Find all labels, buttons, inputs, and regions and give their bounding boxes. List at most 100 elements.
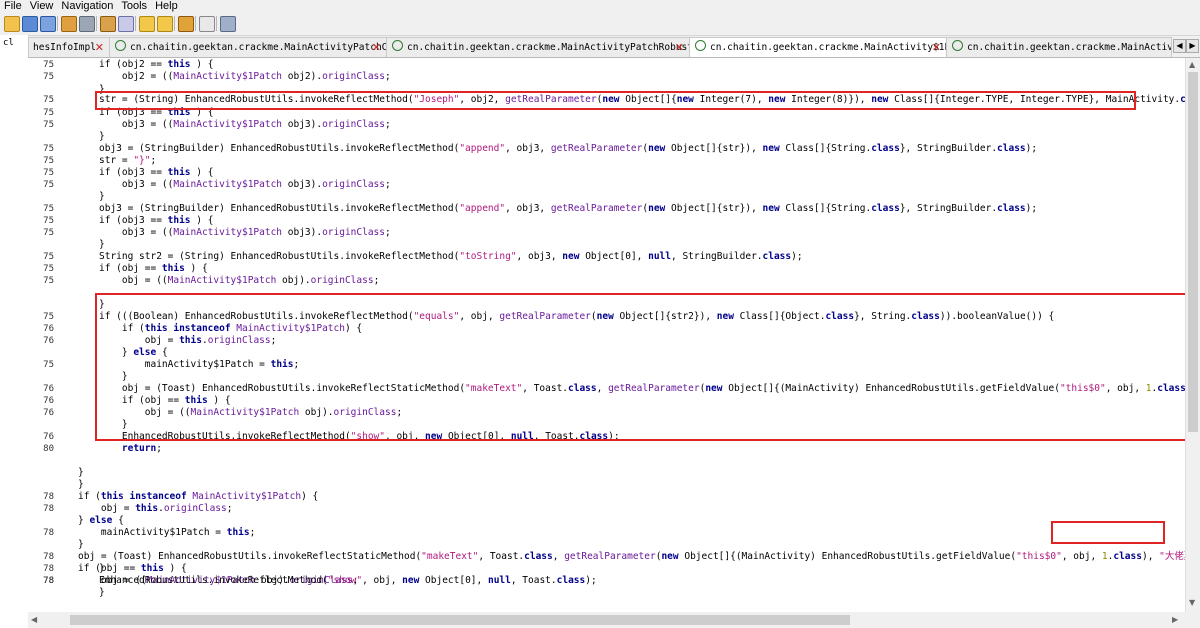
code-line[interactable]: if (obj3 == this ) { (99, 167, 213, 179)
settings-icon[interactable] (220, 16, 236, 32)
tab-scroll-right-icon[interactable]: ▶ (1186, 39, 1199, 53)
line-number (28, 131, 54, 143)
decompile-icon[interactable] (178, 16, 194, 32)
line-number: 75 (43, 120, 54, 130)
code-line[interactable]: obj3 = ((MainActivity$1Patch obj3).origi… (99, 119, 391, 131)
code-line[interactable]: obj3 = (StringBuilder) EnhancedRobustUti… (99, 143, 1037, 155)
code-line[interactable]: } (99, 131, 105, 143)
tree-root-item[interactable]: cl (3, 38, 14, 48)
code-line[interactable]: if (obj == this ) { (78, 563, 187, 575)
code-token: obj3 = (StringBuilder) EnhancedRobustUti… (99, 143, 460, 154)
code-token: ; (150, 155, 157, 166)
code-token: MainActivity$1Patch (173, 227, 283, 238)
close-icon[interactable]: ✕ (675, 38, 684, 57)
code-line[interactable]: } (78, 479, 84, 491)
menu-help[interactable]: Help (155, 0, 178, 13)
horizontal-scroll-thumb[interactable] (70, 615, 850, 625)
scroll-left-icon[interactable]: ◀ (31, 615, 37, 624)
code-token: String str2 = (String) EnhancedRobustUti… (99, 251, 460, 262)
open-icon[interactable] (4, 16, 20, 32)
package-tree[interactable]: cl (0, 35, 29, 628)
code-line[interactable]: if (obj2 == this ) { (99, 59, 213, 71)
code-token: MainActivity$1Patch (173, 179, 283, 190)
highlight-box-try-again (1051, 521, 1165, 544)
code-line[interactable]: } (99, 563, 105, 575)
vertical-scrollbar[interactable]: ▲ ▼ (1185, 58, 1200, 612)
code-line[interactable]: EnhancedRobustUtils.invokeReflectMethod(… (99, 575, 597, 587)
line-number: 78 (43, 528, 54, 538)
code-line[interactable]: if (obj3 == this ) { (99, 215, 213, 227)
code-line[interactable]: obj = ((MainActivity$1Patch obj).originC… (99, 275, 379, 287)
code-line[interactable]: str = "}"; (99, 155, 156, 167)
code-line[interactable]: } else { (78, 515, 124, 527)
tab-hesinfoimpl[interactable]: hesInfoImpl ✕ (28, 37, 110, 57)
code-token: this (167, 59, 191, 70)
forward-icon[interactable] (157, 16, 173, 32)
line-number (28, 347, 54, 359)
code-line[interactable]: mainActivity$1Patch = this; (78, 527, 255, 539)
export-icon[interactable] (79, 16, 95, 32)
tab-patchrobustassist[interactable]: cn.chaitin.geektan.crackme.MainActivityP… (386, 37, 690, 57)
code-line[interactable]: } (99, 587, 105, 599)
tab-mainactivity-1patch[interactable]: cn.chaitin.geektan.crackme.MainActivity$… (946, 37, 1172, 57)
code-line[interactable]: obj = (Toast) EnhancedRobustUtils.invoke… (78, 551, 1185, 563)
menu-navigation[interactable]: Navigation (61, 0, 113, 13)
code-token: } (99, 131, 105, 142)
code-line[interactable]: } (99, 239, 105, 251)
back-icon[interactable] (139, 16, 155, 32)
class-icon (115, 40, 126, 51)
menu-view[interactable]: View (30, 0, 54, 13)
code-line[interactable]: obj3 = ((MainActivity$1Patch obj3).origi… (99, 227, 391, 239)
code-line[interactable]: if (this instanceof MainActivity$1Patch)… (78, 491, 318, 503)
code-token: ; (385, 179, 391, 190)
close-icon[interactable]: ✕ (95, 38, 104, 57)
code-token: new (762, 203, 780, 214)
line-number (28, 539, 54, 551)
code-token: "}" (133, 155, 151, 166)
code-line[interactable]: } (78, 539, 84, 551)
code-token: getRealParameter (550, 203, 643, 214)
tab-patchcontrol[interactable]: cn.chaitin.geektan.crackme.MainActivityP… (109, 37, 387, 57)
scroll-down-icon[interactable]: ▼ (1189, 598, 1195, 607)
code-line[interactable]: } (99, 191, 105, 203)
save-icon[interactable] (22, 16, 38, 32)
code-line[interactable]: } (78, 467, 84, 479)
code-token: ; (385, 227, 391, 238)
code-line[interactable]: obj = this.originClass; (78, 503, 233, 515)
line-number: 75 (43, 360, 54, 370)
tab-scroll-left-icon[interactable]: ◀ (1173, 39, 1186, 53)
close-icon[interactable]: ✕ (932, 38, 941, 57)
horizontal-scrollbar[interactable]: ◀ ▶ (28, 612, 1185, 628)
save-all-icon[interactable] (40, 16, 56, 32)
log-icon[interactable] (199, 16, 215, 32)
code-line[interactable]: obj2 = ((MainActivity$1Patch obj2).origi… (99, 71, 391, 83)
code-token: "append" (459, 143, 506, 154)
code-token: ) { (301, 491, 319, 502)
code-token: ; (385, 71, 391, 82)
code-line[interactable]: String str2 = (String) EnhancedRobustUti… (99, 251, 803, 263)
line-number: 75 (43, 144, 54, 154)
code-token: "append" (459, 203, 506, 214)
tab-mainactivity-1patch-active[interactable]: cn.chaitin.geektan.crackme.MainActivity$… (689, 37, 947, 57)
code-token: ), (1141, 551, 1160, 562)
code-line[interactable]: return; (99, 443, 162, 455)
code-token: "makeText" (421, 551, 479, 562)
scroll-up-icon[interactable]: ▲ (1189, 60, 1195, 69)
find-class-icon[interactable] (118, 16, 134, 32)
vertical-scroll-thumb[interactable] (1188, 72, 1198, 432)
find-icon[interactable] (100, 16, 116, 32)
code-line[interactable]: obj3 = ((MainActivity$1Patch obj3).origi… (99, 179, 391, 191)
code-token: originClass (322, 227, 385, 238)
code-line[interactable]: obj3 = (StringBuilder) EnhancedRobustUti… (99, 203, 1037, 215)
close-icon[interactable]: ✕ (372, 38, 381, 57)
menu-file[interactable]: File (4, 0, 22, 13)
tab-label: cn.chaitin.geektan.crackme.MainActivityP… (407, 42, 689, 53)
code-line[interactable]: if (obj == this ) { (99, 263, 208, 275)
code-editor[interactable]: 75 if (obj2 == this ) { 75 obj2 = ((MainAc… (28, 58, 1185, 612)
sync-icon[interactable] (61, 16, 77, 32)
line-number (28, 587, 54, 599)
scroll-right-icon[interactable]: ▶ (1172, 615, 1178, 624)
line-number: 75 (43, 264, 54, 274)
menu-tools[interactable]: Tools (121, 0, 147, 13)
code-token: new (648, 143, 666, 154)
